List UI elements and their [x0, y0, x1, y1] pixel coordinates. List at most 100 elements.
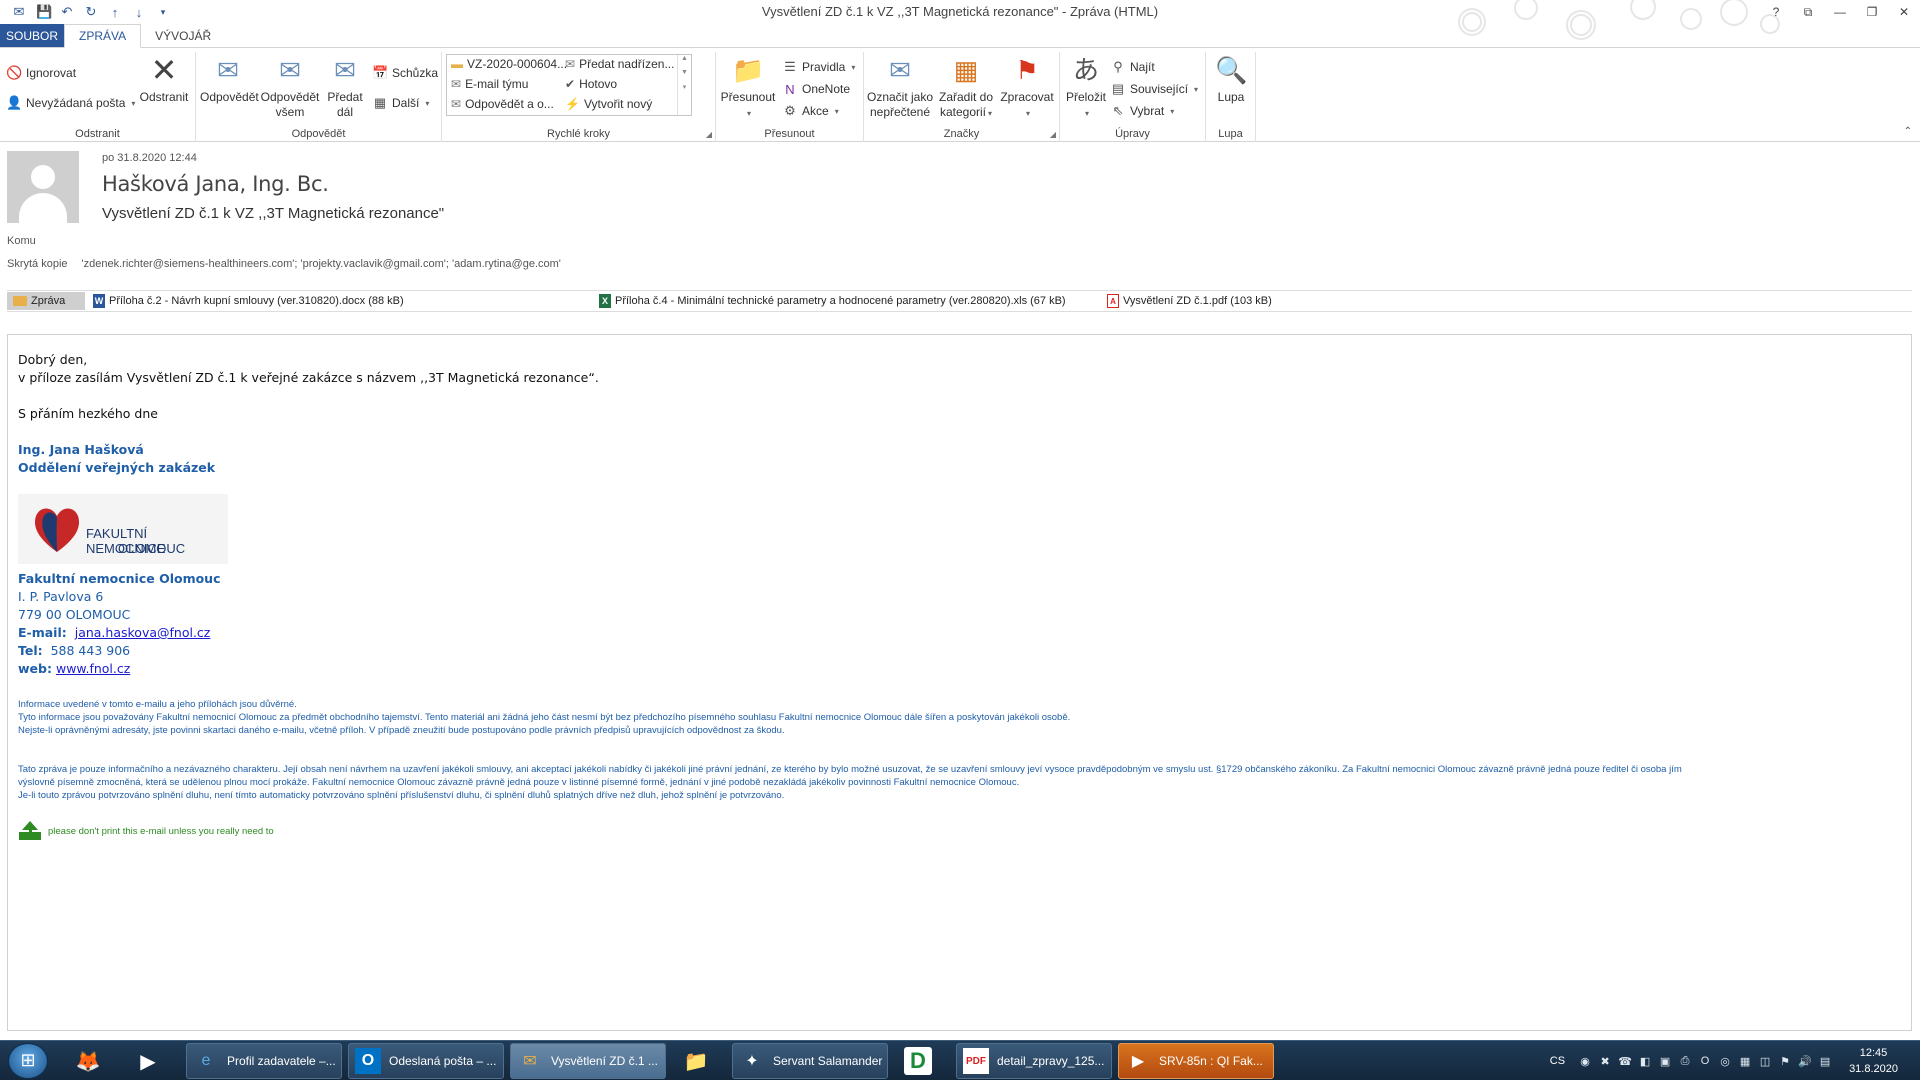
eco-notice: please don't print this e-mail unless yo…	[18, 820, 274, 842]
bcc-value[interactable]: 'zdenek.richter@siemens-healthineers.com…	[82, 258, 561, 270]
tab-file[interactable]: SOUBOR	[0, 24, 65, 47]
undo-icon[interactable]: ↶	[60, 4, 74, 20]
quick-step-done[interactable]: ✔ Hotovo	[565, 77, 617, 91]
find-button[interactable]: ⚲ Najít	[1110, 58, 1154, 76]
actions-button[interactable]: ⚙ Akce ▾	[782, 102, 839, 120]
task-current-message[interactable]: ✉ Vysvětlení ZD č.1 ...	[510, 1043, 666, 1079]
mark-unread-button[interactable]: ✉ Označit jako nepřečtené	[866, 54, 934, 120]
more-label: Další	[392, 96, 420, 110]
file-explorer-icon[interactable]: 📁	[676, 1045, 716, 1077]
logo-text-line2: OLOMOUC	[118, 541, 186, 556]
help-button[interactable]: ?	[1760, 0, 1792, 24]
remote-icon: ▶	[1131, 1053, 1145, 1070]
message-subject: Vysvětlení ZD č.1 k VZ ,,3T Magnetická r…	[102, 205, 445, 222]
sender-name[interactable]: Hašková Jana, Ing. Bc.	[102, 172, 329, 196]
select-button[interactable]: ⇖ Vybrat ▾	[1110, 102, 1175, 120]
quick-step-team-email[interactable]: ✉ E-mail týmu	[451, 77, 528, 91]
volume-icon[interactable]: 🔊	[1795, 1055, 1815, 1068]
tray-icon-2[interactable]: ✖	[1595, 1055, 1615, 1068]
window-controls: ? ⧉ — ❐ ✕	[1760, 0, 1920, 24]
select-label: Vybrat	[1130, 104, 1165, 118]
delete-button[interactable]: ✕ Odstranit	[136, 54, 192, 105]
junk-button[interactable]: 👤 Nevyžádaná pošta ▾	[6, 94, 135, 112]
quick-step-vz[interactable]: ▬ VZ-2020-000604...	[451, 57, 567, 71]
attachment-message-tab[interactable]: Zpráva	[7, 292, 85, 310]
disclaimer-legal: Tato zpráva je pouze informačního a nezá…	[18, 764, 1682, 801]
group-zoom: 🔍 Lupa Lupa	[1206, 52, 1256, 142]
media-player-icon[interactable]: ▶	[128, 1045, 168, 1077]
redo-icon[interactable]: ↻	[84, 4, 98, 20]
move-button[interactable]: 📁 Přesunout ▾	[720, 54, 776, 121]
tray-icon-8[interactable]: ◎	[1715, 1055, 1735, 1068]
translate-button[interactable]: あ Přeložit ▾	[1064, 54, 1108, 121]
close-button[interactable]: ✕	[1888, 0, 1920, 24]
followup-button[interactable]: ⚑ Zpracovat ▾	[998, 54, 1056, 121]
language-indicator[interactable]: CS	[1550, 1055, 1565, 1067]
task-servant-salamander[interactable]: ✦ Servant Salamander	[732, 1043, 888, 1079]
reply-all-button[interactable]: ✉ Odpovědět všem	[260, 54, 320, 120]
tags-dialog-launcher[interactable]: ◢	[1050, 130, 1056, 139]
tab-developer[interactable]: VÝVOJÁŘ	[141, 24, 225, 47]
web-link[interactable]: www.fnol.cz	[56, 661, 130, 676]
group-label-tags: Značky	[943, 128, 980, 140]
task-srv-remote[interactable]: ▶ SRV-85n : QI Fak...	[1118, 1043, 1274, 1079]
previous-item-icon[interactable]: ↑	[108, 5, 122, 20]
disclaimer-confidential: Informace uvedené v tomto e-mailu a jeho…	[18, 699, 1071, 736]
onenote-button[interactable]: N OneNote	[782, 80, 850, 98]
group-move: 📁 Přesunout ▾ ☰ Pravidla ▾ N OneNote ⚙ Akc…	[716, 52, 864, 142]
quick-step-create-new[interactable]: ⚡ Vytvořit nový	[565, 97, 652, 111]
tray-icon-9[interactable]: ▦	[1735, 1055, 1755, 1068]
clock[interactable]: 12:45 31.8.2020	[1849, 1045, 1898, 1077]
magnifier-icon: 🔍	[1215, 55, 1248, 85]
tray-icon-1[interactable]: ◉	[1575, 1055, 1595, 1068]
reply-all-icon: ✉	[279, 55, 301, 85]
task-ie-profile[interactable]: e Profil zadavatele –...	[186, 1043, 342, 1079]
categorize-button[interactable]: ▦ Zařadit do kategorií ▾	[936, 54, 996, 121]
next-item-icon[interactable]: ↓	[132, 5, 146, 20]
reply-label: Odpovědět	[200, 90, 259, 104]
tray-icon-7[interactable]: O	[1695, 1055, 1715, 1067]
collapse-ribbon-icon[interactable]: ⌃	[1904, 126, 1912, 137]
save-icon[interactable]: 💾	[36, 4, 52, 20]
quick-step-forward-manager[interactable]: ✉ Předat nadřízen...	[565, 57, 674, 71]
quick-steps-dialog-launcher[interactable]: ◢	[706, 130, 712, 139]
ignore-label: Ignorovat	[26, 66, 77, 80]
forward-button[interactable]: ✉ Předat dál	[324, 54, 366, 120]
task-outlook-sent[interactable]: O Odeslaná pošta – ...	[348, 1043, 504, 1079]
d-app-icon[interactable]: D	[898, 1045, 938, 1077]
attachment-pdf[interactable]: A Vysvětlení ZD č.1.pdf (103 kB)	[1107, 294, 1272, 308]
flag-tray-icon[interactable]: ⚑	[1775, 1055, 1795, 1068]
tray-icon-10[interactable]: ◫	[1755, 1055, 1775, 1068]
pdf-icon: PDF	[963, 1048, 989, 1074]
quick-step-reply-delete[interactable]: ✉ Odpovědět a o...	[451, 97, 554, 111]
minimize-button[interactable]: —	[1824, 0, 1856, 24]
restore-button[interactable]: ❐	[1856, 0, 1888, 24]
tray-icon-4[interactable]: ◧	[1635, 1055, 1655, 1068]
firefox-icon[interactable]: 🦊	[68, 1045, 108, 1077]
ribbon-display-button[interactable]: ⧉	[1792, 0, 1824, 24]
mail-icon[interactable]: ✉	[12, 4, 26, 20]
related-button[interactable]: ▤ Související ▾	[1110, 80, 1198, 98]
start-button[interactable]	[8, 1043, 48, 1079]
quick-steps-scrollbar[interactable]: ▲ ▼ ▾	[677, 55, 691, 115]
attachment-docx[interactable]: W Příloha č.2 - Návrh kupní smlouvy (ver…	[93, 294, 404, 308]
customize-qat-icon[interactable]: ▾	[156, 7, 170, 18]
tray-icon-3[interactable]: ☎	[1615, 1055, 1635, 1068]
tray-icon-5[interactable]: ▣	[1655, 1055, 1675, 1068]
network-icon[interactable]: ▤	[1815, 1055, 1835, 1068]
tel-value: 588 443 906	[50, 643, 131, 658]
delete-x-icon: ✕	[150, 52, 178, 88]
email-link[interactable]: jana.haskova@fnol.cz	[75, 625, 211, 640]
zoom-button[interactable]: 🔍 Lupa	[1208, 54, 1254, 105]
actions-icon: ⚙	[784, 103, 796, 118]
meeting-button[interactable]: 📅 Schůzka	[372, 64, 438, 82]
rules-button[interactable]: ☰ Pravidla ▾	[782, 58, 855, 76]
more-respond-button[interactable]: ▦ Další ▾	[372, 94, 430, 112]
body-text: Dobrý den, v příloze zasílám Vysvětlení …	[18, 351, 599, 477]
ignore-button[interactable]: 🚫 Ignorovat	[6, 64, 76, 82]
tab-message[interactable]: ZPRÁVA	[64, 24, 142, 48]
task-pdf-detail[interactable]: PDF detail_zpravy_125...	[956, 1043, 1112, 1079]
attachment-xls[interactable]: X Příloha č.4 - Minimální technické para…	[599, 294, 1066, 308]
tray-icon-6[interactable]: ⎙	[1675, 1055, 1695, 1068]
reply-button[interactable]: ✉ Odpovědět	[200, 54, 259, 105]
